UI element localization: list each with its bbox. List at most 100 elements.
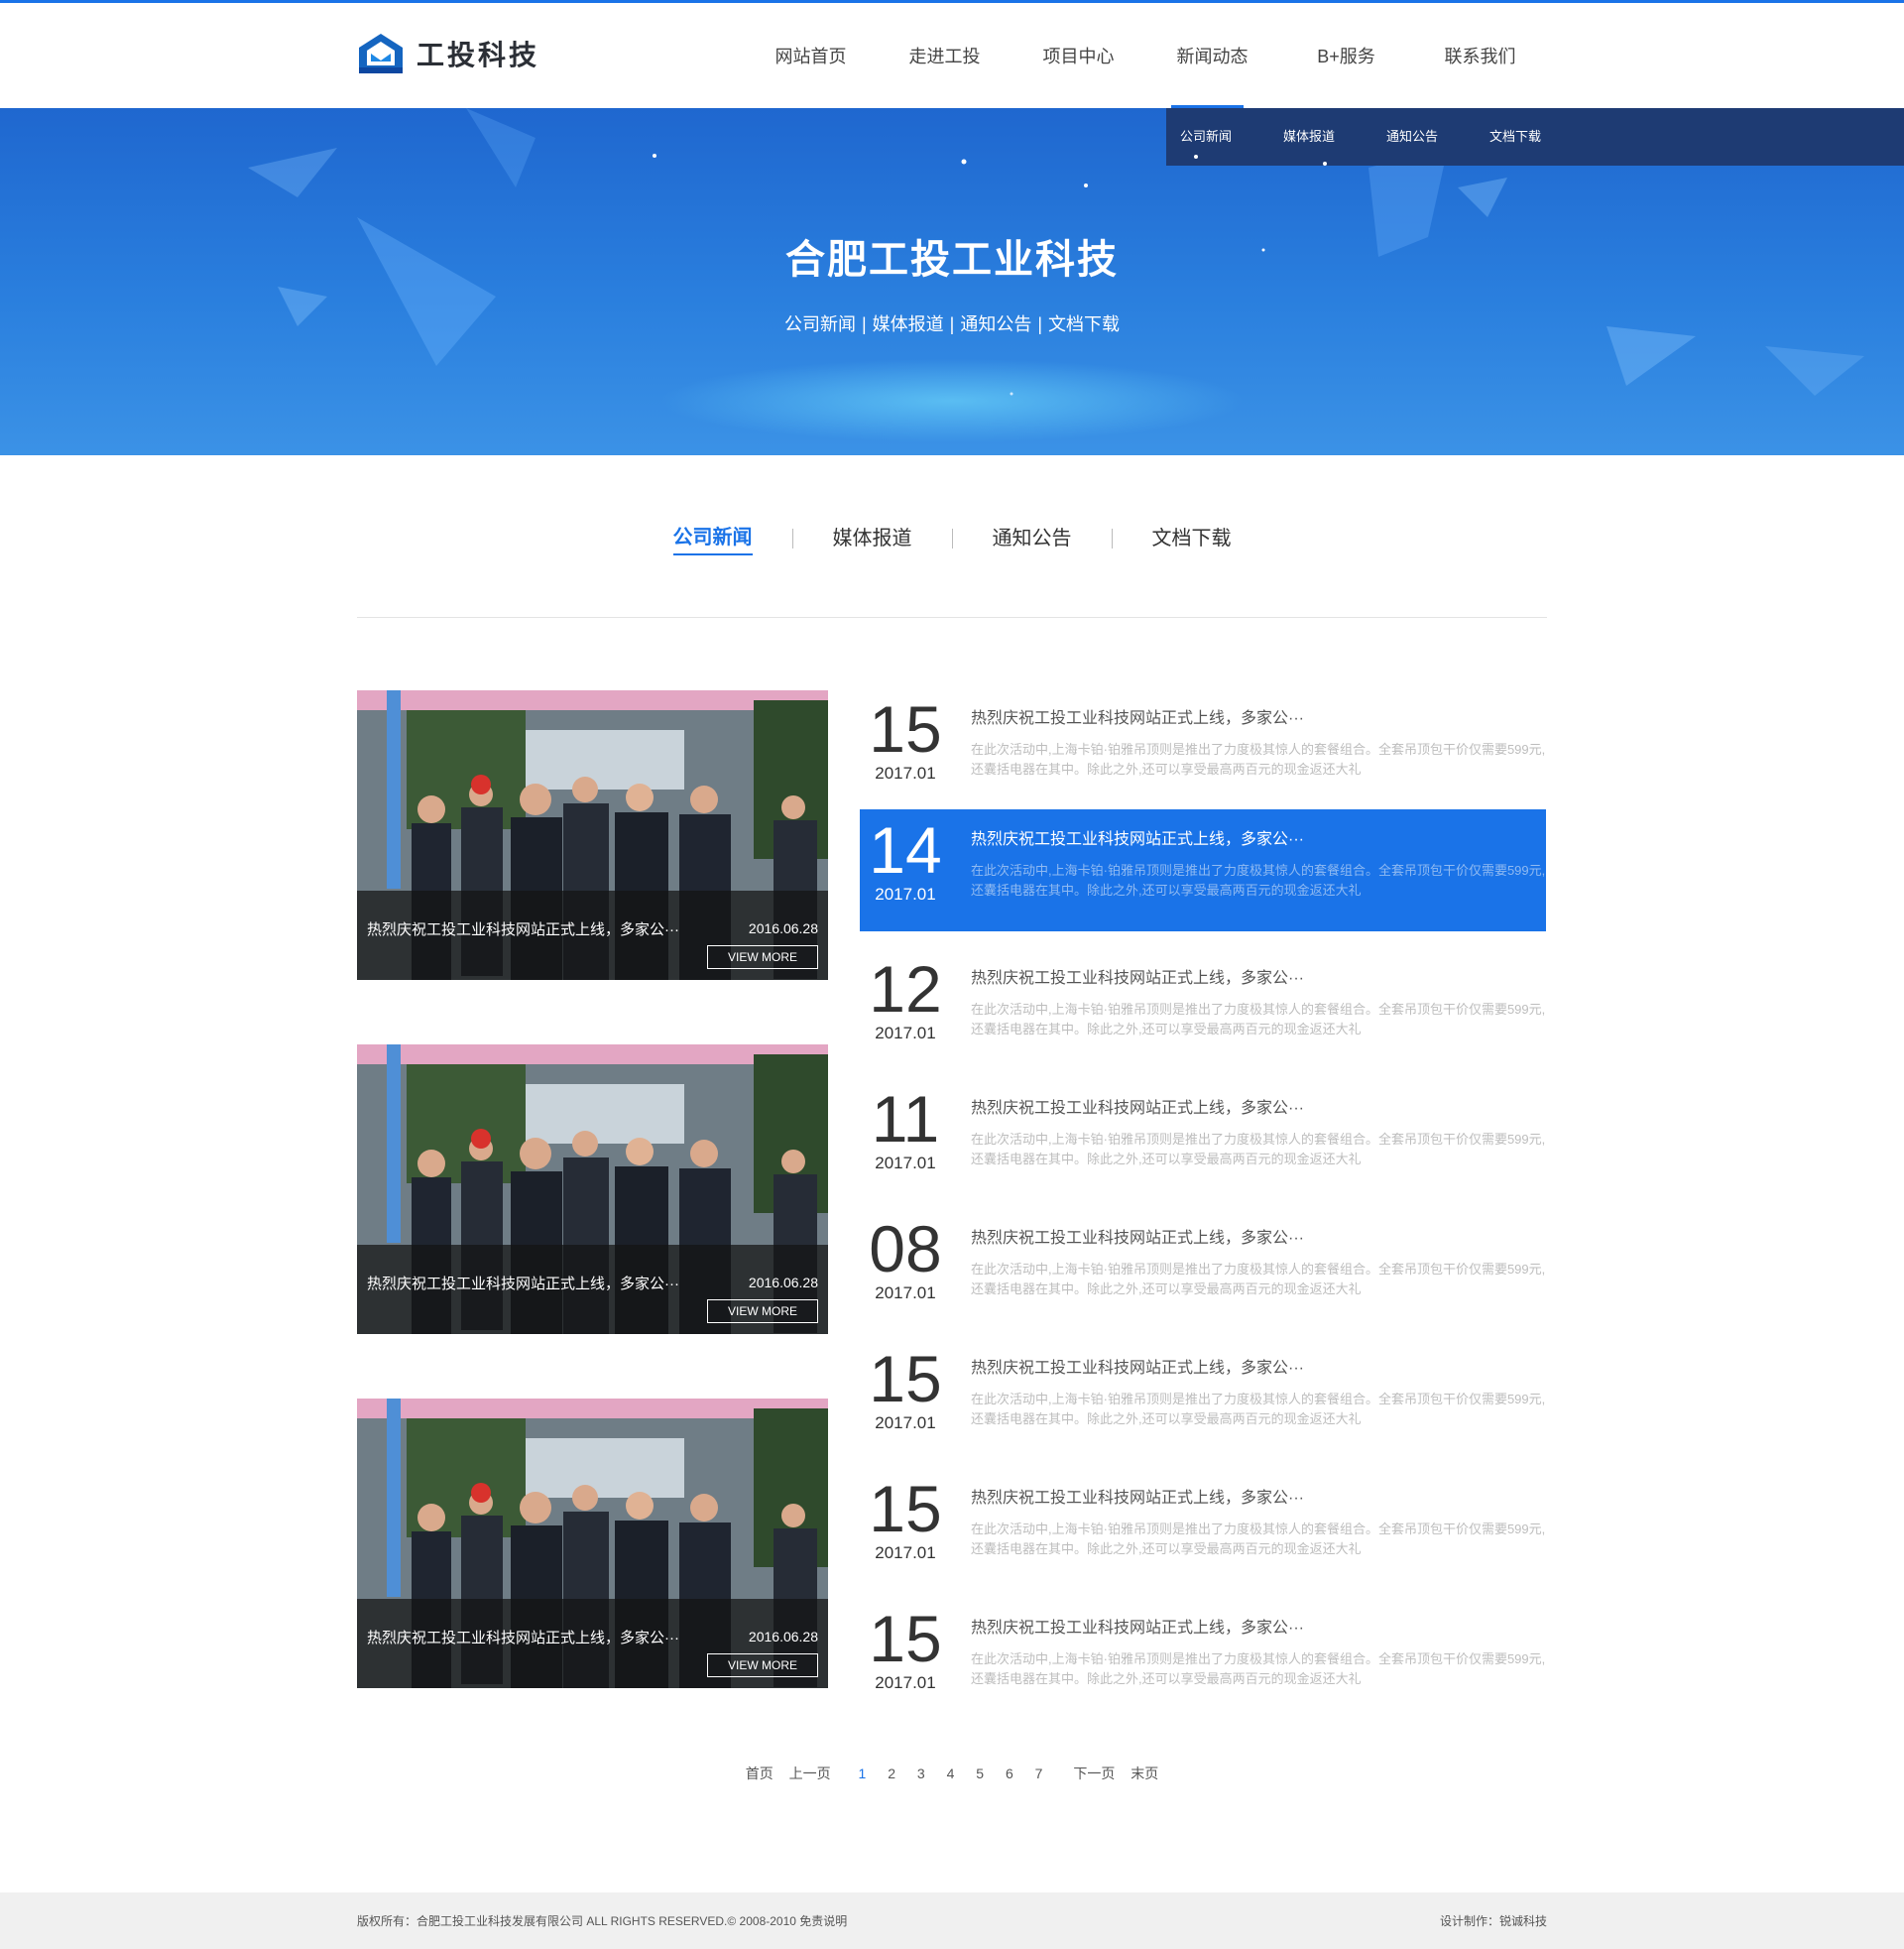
view-more-button[interactable]: VIEW MORE <box>707 1653 818 1677</box>
news-list-item[interactable]: 15 2017.01 热烈庆祝工投工业科技网站正式上线，多家公··· 在此次活动… <box>860 1598 1546 1720</box>
site-header: 工投科技 网站首页 走进工投 项目中心 新闻动态 B+服务 联系我们 <box>0 3 1904 108</box>
subnav-notices[interactable]: 通知公告 <box>1386 108 1489 166</box>
subnav-label: 通知公告 <box>1386 129 1439 144</box>
news-list-item[interactable]: 15 2017.01 热烈庆祝工投工业科技网站正式上线，多家公··· 在此次活动… <box>860 1338 1546 1460</box>
tab-company-news[interactable]: 公司新闻 <box>672 521 753 555</box>
news-summary: 在此次活动中,上海卡铂·铂雅吊顶则是推出了力度极其惊人的套餐组合。全套吊顶包干价… <box>971 1262 1546 1296</box>
tab-media[interactable]: 媒体报道 <box>833 522 912 554</box>
news-month: 2017.01 <box>875 1673 936 1692</box>
logo-house-icon <box>359 34 403 73</box>
featured-card[interactable]: 热烈庆祝工投工业科技网站正式上线，多家公··· 2016.06.28 VIEW … <box>357 690 828 980</box>
banner-link-downloads[interactable]: 文档下载 <box>1048 314 1120 334</box>
news-month: 2017.01 <box>875 764 936 783</box>
nav-home[interactable]: 网站首页 <box>744 3 878 108</box>
nav-bplus-service[interactable]: B+服务 <box>1279 3 1413 108</box>
news-summary: 在此次活动中,上海卡铂·铂雅吊顶则是推出了力度极其惊人的套餐组合。全套吊顶包干价… <box>971 863 1546 898</box>
banner-link-separator: | <box>949 314 955 334</box>
subnav-downloads[interactable]: 文档下载 <box>1489 108 1593 166</box>
pager-page-1[interactable]: 1 <box>859 1766 867 1781</box>
pagination: 首页 上一页 1 2 3 4 5 6 7 下一页 末页 <box>0 1764 1904 1783</box>
nav-about[interactable]: 走进工投 <box>878 3 1012 108</box>
card-caption: 热烈庆祝工投工业科技网站正式上线，多家公··· 2016.06.28 VIEW … <box>357 891 828 980</box>
news-list-item[interactable]: 15 2017.01 热烈庆祝工投工业科技网站正式上线，多家公··· 在此次活动… <box>860 688 1546 810</box>
pager-last[interactable]: 末页 <box>1130 1764 1158 1783</box>
active-dot-icon <box>1194 155 1198 159</box>
pager-page-3[interactable]: 3 <box>917 1766 925 1781</box>
tab-notices[interactable]: 通知公告 <box>993 522 1072 554</box>
news-summary: 在此次活动中,上海卡铂·铂雅吊顶则是推出了力度极其惊人的套餐组合。全套吊顶包干价… <box>971 1002 1546 1036</box>
nav-news[interactable]: 新闻动态 <box>1145 3 1279 108</box>
news-month: 2017.01 <box>875 1283 936 1302</box>
news-day: 08 <box>869 1212 942 1285</box>
tab-divider <box>951 528 953 548</box>
news-day: 15 <box>869 1342 942 1415</box>
tab-downloads[interactable]: 文档下载 <box>1152 522 1232 554</box>
news-month: 2017.01 <box>875 885 936 904</box>
view-more-button[interactable]: VIEW MORE <box>707 1299 818 1323</box>
banner-link-company-news[interactable]: 公司新闻 <box>784 314 856 334</box>
subnav-label: 媒体报道 <box>1283 129 1336 144</box>
pager-prev[interactable]: 上一页 <box>789 1764 831 1783</box>
category-tabs: 公司新闻 媒体报道 通知公告 文档下载 <box>0 521 1904 555</box>
news-title: 热烈庆祝工投工业科技网站正式上线，多家公··· <box>971 710 1304 727</box>
news-day: 11 <box>871 1082 940 1156</box>
news-list-item[interactable]: 15 2017.01 热烈庆祝工投工业科技网站正式上线，多家公··· 在此次活动… <box>860 1468 1546 1590</box>
banner-link-separator: | <box>861 314 867 334</box>
news-month: 2017.01 <box>875 1543 936 1562</box>
logo[interactable]: 工投科技 <box>357 31 539 76</box>
subnav-label: 公司新闻 <box>1180 129 1233 144</box>
section-divider <box>357 617 1547 618</box>
news-summary: 在此次活动中,上海卡铂·铂雅吊顶则是推出了力度极其惊人的套餐组合。全套吊顶包干价… <box>971 742 1546 777</box>
nav-contact[interactable]: 联系我们 <box>1413 3 1547 108</box>
card-caption: 热烈庆祝工投工业科技网站正式上线，多家公··· 2016.06.28 VIEW … <box>357 1245 828 1334</box>
pager-page-7[interactable]: 7 <box>1035 1766 1043 1781</box>
card-date: 2016.06.28 <box>748 920 818 936</box>
news-list-item[interactable]: 14 2017.01 热烈庆祝工投工业科技网站正式上线，多家公··· 在此次活动… <box>860 809 1546 931</box>
news-title: 热烈庆祝工投工业科技网站正式上线，多家公··· <box>971 1100 1304 1117</box>
pager-page-2[interactable]: 2 <box>888 1766 895 1781</box>
pager-next[interactable]: 下一页 <box>1073 1764 1115 1783</box>
logo-text: 工投科技 <box>416 40 540 70</box>
news-title: 热烈庆祝工投工业科技网站正式上线，多家公··· <box>971 1230 1304 1247</box>
card-date: 2016.06.28 <box>748 1629 818 1644</box>
news-day: 15 <box>869 692 942 766</box>
main-nav: 网站首页 走进工投 项目中心 新闻动态 B+服务 联系我们 <box>744 3 1547 108</box>
featured-card[interactable]: 热烈庆祝工投工业科技网站正式上线，多家公··· 2016.06.28 VIEW … <box>357 1044 828 1334</box>
pager-page-5[interactable]: 5 <box>976 1766 984 1781</box>
featured-card[interactable]: 热烈庆祝工投工业科技网站正式上线，多家公··· 2016.06.28 VIEW … <box>357 1399 828 1688</box>
news-title: 热烈庆祝工投工业科技网站正式上线，多家公··· <box>971 1490 1304 1507</box>
footer-copyright: 版权所有：合肥工投工业科技发展有限公司 ALL RIGHTS RESERVED.… <box>357 1914 848 1928</box>
news-month: 2017.01 <box>875 1024 936 1042</box>
card-title: 热烈庆祝工投工业科技网站正式上线，多家公··· <box>367 1630 679 1646</box>
news-month: 2017.01 <box>875 1154 936 1172</box>
news-title: 热烈庆祝工投工业科技网站正式上线，多家公··· <box>971 831 1304 848</box>
footer-design-credit[interactable]: 设计制作：锐诚科技 <box>1440 1912 1547 1929</box>
subnav-company-news[interactable]: 公司新闻 <box>1180 108 1283 166</box>
card-title: 热烈庆祝工投工业科技网站正式上线，多家公··· <box>367 921 679 938</box>
banner-link-separator: | <box>1037 314 1043 334</box>
news-list-item[interactable]: 08 2017.01 热烈庆祝工投工业科技网站正式上线，多家公··· 在此次活动… <box>860 1208 1546 1330</box>
pager-first[interactable]: 首页 <box>746 1764 774 1783</box>
news-list-item[interactable]: 12 2017.01 热烈庆祝工投工业科技网站正式上线，多家公··· 在此次活动… <box>860 948 1546 1070</box>
news-day: 15 <box>869 1602 942 1675</box>
news-summary: 在此次活动中,上海卡铂·铂雅吊顶则是推出了力度极其惊人的套餐组合。全套吊顶包干价… <box>971 1132 1546 1166</box>
banner-link-media[interactable]: 媒体报道 <box>873 314 944 334</box>
news-title: 热烈庆祝工投工业科技网站正式上线，多家公··· <box>971 970 1304 987</box>
view-more-button[interactable]: VIEW MORE <box>707 945 818 969</box>
news-title: 热烈庆祝工投工业科技网站正式上线，多家公··· <box>971 1620 1304 1637</box>
subnav-media[interactable]: 媒体报道 <box>1283 108 1386 166</box>
pager-page-4[interactable]: 4 <box>947 1766 955 1781</box>
pager-page-6[interactable]: 6 <box>1006 1766 1013 1781</box>
news-day: 15 <box>869 1472 942 1545</box>
card-title: 热烈庆祝工投工业科技网站正式上线，多家公··· <box>367 1276 679 1292</box>
news-month: 2017.01 <box>875 1413 936 1432</box>
card-date: 2016.06.28 <box>748 1275 818 1290</box>
banner-title: 合肥工投工业科技 <box>785 238 1119 282</box>
banner-link-notices[interactable]: 通知公告 <box>960 314 1031 334</box>
news-list-item[interactable]: 11 2017.01 热烈庆祝工投工业科技网站正式上线，多家公··· 在此次活动… <box>860 1078 1546 1200</box>
news-summary: 在此次活动中,上海卡铂·铂雅吊顶则是推出了力度极其惊人的套餐组合。全套吊顶包干价… <box>971 1651 1546 1686</box>
tab-divider <box>1111 528 1113 548</box>
site-footer: 版权所有：合肥工投工业科技发展有限公司 ALL RIGHTS RESERVED.… <box>0 1892 1904 1949</box>
tab-divider <box>791 528 793 548</box>
nav-projects[interactable]: 项目中心 <box>1012 3 1145 108</box>
